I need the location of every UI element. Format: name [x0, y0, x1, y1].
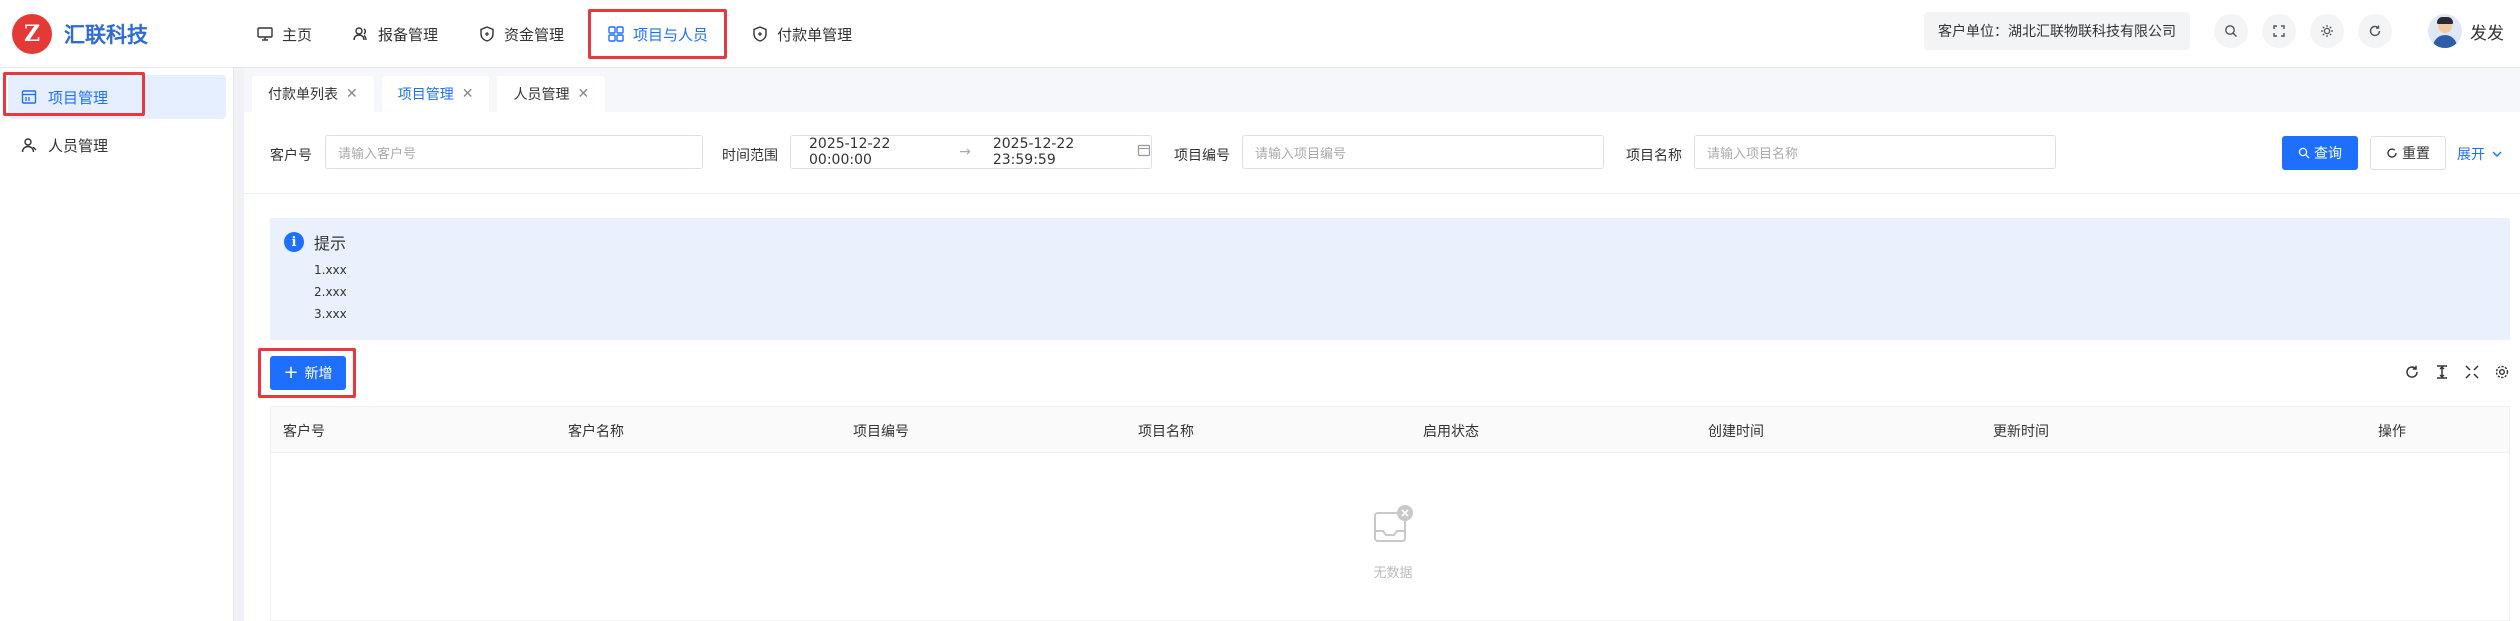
notice-title: i 提示: [284, 230, 346, 254]
gear-icon[interactable]: [2494, 364, 2510, 380]
logo-mark-icon: Z: [12, 14, 52, 54]
search-icon: [2225, 25, 2237, 37]
page-tabs: 付款单列表 ✕ 项目管理 ✕ 人员管理 ✕: [244, 68, 2520, 112]
table-tools: [2390, 364, 2510, 380]
user-menu[interactable]: 发发: [2428, 14, 2504, 48]
tab-project-management[interactable]: 项目管理 ✕: [381, 76, 490, 112]
refresh-icon: [2369, 25, 2381, 37]
monitor-icon: [256, 25, 274, 43]
user-icon: [20, 136, 38, 154]
grid-icon: [607, 25, 625, 43]
arrow-right-icon: →: [959, 144, 971, 160]
header-search-button[interactable]: [2214, 14, 2248, 48]
tab-label: 人员管理: [513, 87, 570, 103]
filter-bar: 客户号 请输入客户号 时间范围 2025-12-22 00:00:00 → 20…: [244, 112, 2520, 194]
sidebar-item-label: 人员管理: [48, 136, 109, 155]
project-no-input[interactable]: 请输入项目编号: [1242, 135, 1604, 169]
app-root: Z 汇联科技 主页 报备管理 资金管理 项目与人员 付款单管理 客户单位：湖北汇…: [0, 0, 2520, 621]
project-name-label: 项目名称: [1626, 148, 1682, 164]
empty-state-text: 无数据: [1373, 566, 1413, 581]
fullscreen-icon[interactable]: [2464, 364, 2480, 380]
sidebar-highlight-box: [3, 72, 145, 116]
shield-icon: [751, 25, 769, 43]
project-name-input[interactable]: 请输入项目名称: [1694, 135, 2056, 169]
users-icon: [352, 25, 370, 43]
add-button-label: 新增: [304, 366, 333, 382]
header-refresh-button[interactable]: [2358, 14, 2392, 48]
expand-label: 展开: [2457, 147, 2485, 163]
shield-icon: [478, 25, 496, 43]
search-button-label: 查询: [2314, 146, 2342, 162]
notice-title-text: 提示: [314, 234, 347, 253]
topnav-label: 付款单管理: [777, 25, 853, 44]
topnav-label: 项目与人员: [633, 25, 709, 44]
calendar-icon: [1137, 143, 1151, 161]
notice-panel: i 提示 1.xxx 2.xxx 3.xxx: [270, 218, 2510, 340]
top-nav: 主页 报备管理 资金管理 项目与人员 付款单管理: [240, 0, 876, 68]
notice-line: 3.xxx: [314, 307, 347, 321]
topnav-item-funds[interactable]: 资金管理: [462, 14, 580, 54]
topnav-label: 资金管理: [504, 25, 565, 44]
column-header: 启用状态: [1423, 424, 1479, 440]
sun-icon: [2321, 25, 2333, 37]
column-header: 创建时间: [1708, 424, 1764, 440]
time-end-value: 2025-12-22 23:59:59: [992, 136, 1075, 168]
data-table: 客户号 客户名称 项目编号 项目名称 启用状态 创建时间 更新时间 操作 无数据: [270, 406, 2510, 621]
column-header: 客户名称: [568, 424, 624, 440]
time-start-value: 2025-12-22 00:00:00: [809, 136, 891, 168]
refresh-icon: [2387, 148, 2397, 158]
plus-icon: +: [283, 362, 299, 383]
user-name: 发发: [2470, 23, 2504, 44]
topnav-item-home[interactable]: 主页: [240, 14, 328, 54]
topnav-label: 主页: [282, 25, 313, 44]
notice-line: 1.xxx: [314, 263, 347, 277]
column-height-icon[interactable]: [2434, 364, 2450, 380]
avatar: [2428, 14, 2462, 48]
topnav-item-report[interactable]: 报备管理: [336, 14, 454, 54]
notice-line: 2.xxx: [314, 285, 347, 299]
column-header: 操作: [2378, 424, 2406, 440]
topnav-item-project-personnel[interactable]: 项目与人员: [588, 9, 728, 59]
close-icon[interactable]: ✕: [462, 86, 474, 102]
column-header: 项目编号: [853, 424, 909, 440]
empty-state-icon: [1361, 503, 1421, 551]
tab-label: 项目管理: [397, 87, 454, 103]
time-range-label: 时间范围: [722, 148, 778, 164]
top-header: Z 汇联科技 主页 报备管理 资金管理 项目与人员 付款单管理 客户单位：湖北汇…: [0, 0, 2520, 68]
column-header: 项目名称: [1138, 424, 1194, 440]
close-icon[interactable]: ✕: [346, 86, 358, 102]
topnav-label: 报备管理: [378, 25, 439, 44]
reset-button[interactable]: 重置: [2370, 136, 2446, 170]
org-badge: 客户单位：湖北汇联物联科技有限公司: [1924, 12, 2190, 50]
expand-toggle[interactable]: 展开: [2457, 144, 2503, 164]
brand-name: 汇联科技: [64, 23, 148, 47]
header-fullscreen-button[interactable]: [2262, 14, 2296, 48]
time-range-picker[interactable]: 2025-12-22 00:00:00 → 2025-12-22 23:59:5…: [790, 135, 1152, 169]
refresh-icon[interactable]: [2404, 364, 2420, 380]
info-icon: i: [284, 232, 304, 252]
search-icon: [2298, 147, 2310, 159]
tab-payment-list[interactable]: 付款单列表 ✕: [252, 76, 374, 112]
tab-label: 付款单列表: [268, 87, 338, 103]
tab-personnel-management[interactable]: 人员管理 ✕: [497, 76, 606, 112]
header-theme-button[interactable]: [2310, 14, 2344, 48]
column-header: 客户号: [283, 424, 325, 440]
table-header: 客户号 客户名称 项目编号 项目名称 启用状态 创建时间 更新时间 操作: [271, 407, 2509, 453]
close-icon[interactable]: ✕: [577, 86, 589, 102]
reset-button-label: 重置: [2402, 146, 2430, 162]
customer-no-label: 客户号: [270, 148, 312, 164]
main-content: 客户号 请输入客户号 时间范围 2025-12-22 00:00:00 → 20…: [244, 112, 2520, 621]
project-no-label: 项目编号: [1174, 148, 1230, 164]
add-button[interactable]: + 新增: [270, 356, 346, 390]
sidebar-item-personnel-management[interactable]: 人员管理: [8, 123, 226, 167]
header-right: 客户单位：湖北汇联物联科技有限公司 发发: [1924, 12, 2504, 50]
customer-no-input[interactable]: 请输入客户号: [325, 135, 703, 169]
topnav-item-payment[interactable]: 付款单管理: [735, 14, 868, 54]
brand-logo[interactable]: Z 汇联科技: [12, 14, 148, 54]
search-button[interactable]: 查询: [2282, 136, 2358, 170]
column-header: 更新时间: [1993, 424, 2049, 440]
chevron-down-icon: [2492, 151, 2502, 157]
sidebar: 项目管理 人员管理: [0, 68, 234, 621]
fullscreen-icon: [2273, 25, 2285, 37]
